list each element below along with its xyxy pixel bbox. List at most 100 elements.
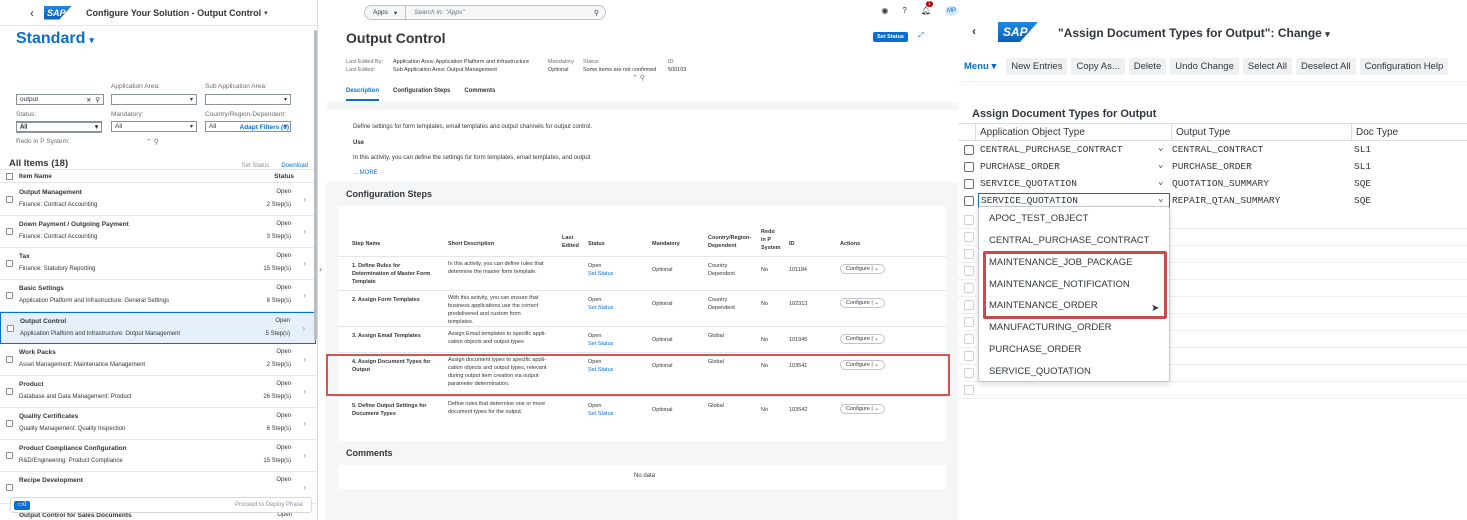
list-item[interactable]: Quality Certificates Quality Management: … [0,408,316,440]
chevron-down-icon[interactable]: | ⌄ [870,336,879,342]
configure-button[interactable]: Configure | ⌄ [840,298,885,308]
search-icon[interactable]: ⚲ [594,9,605,17]
chevron-down-icon[interactable]: | ⌄ [870,266,879,272]
redo-select[interactable]: All ▾ [16,122,102,133]
expand-icon[interactable]: ⤢ [918,32,924,40]
list-item[interactable]: Product Compliance Configuration R&D/Engi… [0,440,316,472]
row-checkbox[interactable] [964,368,974,378]
row-checkbox[interactable] [964,196,974,206]
row-checkbox[interactable] [964,283,974,293]
chevron-down-icon[interactable]: ⌄ [1158,143,1163,153]
chevron-right-icon[interactable]: › [319,264,322,274]
configure-button[interactable]: Configure | ⌄ [840,334,885,344]
set-status-button[interactable]: Set Status [873,32,908,42]
undo-change-button[interactable]: Undo Change [1170,58,1239,75]
search-input[interactable]: output ✕ ⚲ [16,94,104,105]
set-status-link[interactable]: Set Status [588,340,613,348]
row-checkbox[interactable] [964,215,974,225]
collapse-icon[interactable]: ⌃ ⚲ [146,138,159,146]
chevron-down-icon[interactable]: ⌄ [1158,194,1163,204]
transaction-title[interactable]: "Assign Document Types for Output": Chan… [1058,26,1330,40]
tab-description[interactable]: Description [346,88,380,101]
scrollbar[interactable] [314,30,317,340]
tab-comments[interactable]: Comments [464,88,495,101]
deselect-all-button[interactable]: Deselect All [1295,58,1356,75]
table-row[interactable]: SERVICE_QUOTATION ⌄ QUOTATION_SUMMARY SQE [958,176,1467,193]
tab-configuration-steps[interactable]: Configuration Steps [393,88,450,101]
list-item-partial[interactable]: Output Control for Sales Documents [19,512,132,519]
list-item[interactable]: Basic Settings Application Platform and I… [0,280,316,312]
chevron-down-icon[interactable]: | ⌄ [870,300,879,306]
row-checkbox[interactable] [6,452,13,459]
search-scope-select[interactable]: Apps ▾ [365,6,407,19]
configure-button[interactable]: Configure | ⌄ [840,264,885,274]
step-name[interactable]: Document Types [352,410,396,418]
select-all-checkbox[interactable] [6,172,13,180]
set-status-link[interactable]: Set Status [588,270,613,278]
delete-button[interactable]: Delete [1128,58,1167,75]
search-input[interactable]: Search in: "Apps" [406,9,594,16]
step-name[interactable]: 1. Define Rules for [352,262,400,270]
list-item[interactable]: Down Payment / Outgoing Payment Finance: … [0,216,316,248]
variant-selector[interactable]: Standard ▾ [16,30,317,50]
app-area-select[interactable]: ▾ [111,94,197,105]
list-item[interactable]: Output Management Finance: Contract Accou… [0,184,316,216]
chevron-down-icon[interactable]: | ⌄ [870,406,879,412]
step-name[interactable]: 3. Assign Email Templates [352,332,421,340]
row-checkbox[interactable] [964,249,974,259]
select-all-button[interactable]: Select All [1242,58,1292,75]
message-button[interactable]: ▭0 [14,501,30,510]
chevron-down-icon[interactable]: ▾ [264,9,268,17]
set-status-link[interactable]: Set Status [588,410,613,418]
help-icon[interactable]: ? [902,6,906,16]
row-checkbox[interactable] [964,162,974,172]
list-item-selected[interactable]: Output Control Application Platform and I… [0,312,316,344]
dropdown-option[interactable]: PURCHASE_ORDER [989,344,1081,355]
dropdown-option[interactable]: CENTRAL_PURCHASE_CONTRACT [989,235,1149,246]
row-checkbox[interactable] [964,385,974,395]
dropdown-option[interactable]: SERVICE_QUOTATION [989,366,1091,377]
more-link[interactable]: ... MORE [353,170,378,176]
row-checkbox[interactable] [964,266,974,276]
row-checkbox[interactable] [6,356,13,363]
copy-as-button[interactable]: Copy As... [1071,58,1125,75]
row-checkbox[interactable] [964,179,974,189]
row-checkbox[interactable] [964,145,974,155]
table-row[interactable]: CENTRAL_PURCHASE_CONTRACT ⌄ CENTRAL_CONTRA… [958,142,1467,159]
row-checkbox[interactable] [6,420,13,427]
dropdown-option[interactable]: MANUFACTURING_ORDER [989,322,1111,333]
list-item[interactable]: Tax Finance: Statutory Reporting Open 15 St… [0,248,316,280]
back-icon[interactable]: ‹ [20,6,44,20]
notifications-icon[interactable]: 🔔︎ 1 [921,1,933,16]
adapt-filters-link[interactable]: Adapt Filters (6) [240,124,289,131]
app-title[interactable]: Configure Your Solution - Output Control [86,8,261,18]
set-status-link[interactable]: Set Status [588,304,613,312]
row-checkbox[interactable] [6,228,13,235]
dropdown-option[interactable]: APOC_TEST_OBJECT [989,213,1088,224]
configuration-help-button[interactable]: Configuration Help [1359,58,1449,75]
row-checkbox[interactable] [964,317,974,327]
step-name[interactable]: 5. Define Output Settings for [352,402,427,410]
copilot-icon[interactable]: ◉ [881,6,888,16]
app-object-type-dropdown[interactable]: APOC_TEST_OBJECT CENTRAL_PURCHASE_CONTRA… [978,206,1170,382]
collapse-header-icon[interactable]: ⌃ ⚲ [632,74,645,82]
row-checkbox[interactable] [6,388,13,395]
new-entries-button[interactable]: New Entries [1006,58,1068,75]
row-checkbox[interactable] [7,325,14,332]
search-field[interactable]: Apps ▾ Search in: "Apps" ⚲ [364,5,606,20]
row-checkbox[interactable] [6,196,13,203]
clear-icon[interactable]: ✕ [86,97,91,104]
configure-button[interactable]: Configure | ⌄ [840,404,885,414]
back-icon[interactable]: ‹ [972,24,976,38]
row-checkbox[interactable] [964,334,974,344]
row-checkbox[interactable] [964,300,974,310]
row-checkbox[interactable] [964,351,974,361]
step-name[interactable]: Template [352,278,376,286]
proceed-button[interactable]: Proceed to Deploy Phase [235,502,303,508]
avatar[interactable]: MP [945,6,958,16]
table-row[interactable]: PURCHASE_ORDER ⌄ PURCHASE_ORDER SL1 [958,159,1467,176]
row-checkbox[interactable] [6,292,13,299]
empty-row[interactable] [958,382,1467,399]
menu-button[interactable]: Menu ▾ [964,61,996,72]
list-item[interactable]: Work Packs Asset Management: Maintenance … [0,344,316,376]
